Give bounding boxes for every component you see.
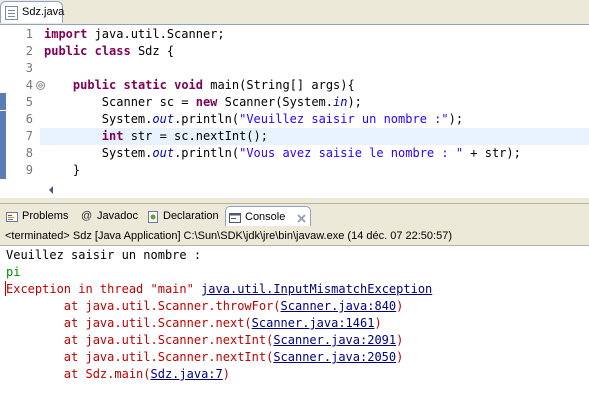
declaration-icon xyxy=(147,210,159,223)
source-link[interactable]: Scanner.java:2091 xyxy=(273,333,396,347)
source-link[interactable]: Scanner.java:840 xyxy=(281,299,397,313)
code-line-8: System.out.println("Vous avez saisie le … xyxy=(44,146,521,160)
console-icon xyxy=(229,211,241,223)
exception-class-link[interactable]: java.util.InputMismatchException xyxy=(201,282,432,296)
line-number: 6 xyxy=(25,112,33,126)
editor-tab-label: Sdz.java xyxy=(22,6,65,18)
code-line-9: } xyxy=(44,163,81,177)
view-tab-bar: Problems @ Javadoc Declaration Console xyxy=(0,203,589,227)
code-line-1: import java.util.Scanner; xyxy=(44,27,225,41)
close-tab-icon[interactable] xyxy=(296,211,307,223)
code-line-6: System.out.println("Veuillez saisir un n… xyxy=(44,112,464,126)
line-number: 9 xyxy=(25,163,33,177)
line-number: 5 xyxy=(25,95,33,109)
horizontal-scrollbar[interactable] xyxy=(40,183,589,198)
tab-problems[interactable]: Problems xyxy=(3,206,75,226)
line-number: 1 xyxy=(25,27,33,41)
javadoc-icon: @ xyxy=(81,210,93,222)
java-file-icon xyxy=(5,6,18,20)
line-number: 8 xyxy=(25,146,33,160)
code-line-7: int str = sc.nextInt(); xyxy=(101,129,268,143)
occurrence-marker xyxy=(0,162,6,179)
tab-label: Declaration xyxy=(163,210,219,222)
scroll-left-arrow-icon[interactable] xyxy=(49,186,53,194)
code-editor[interactable]: 1 2 3 4 5 6 7 8 9 ⊖ import java.util.Sca… xyxy=(0,24,589,198)
line-number: 3 xyxy=(25,61,33,75)
occurrence-marker xyxy=(0,93,6,110)
editor-tab-bar: Sdz.java xyxy=(0,0,589,24)
exception-line: Exception in thread "main" java.util.Inp… xyxy=(6,282,433,296)
tab-label: Problems xyxy=(22,210,69,222)
overview-ruler xyxy=(0,25,7,198)
line-number: 2 xyxy=(25,44,33,58)
code-line-5: Scanner sc = new Scanner(System.in); xyxy=(44,95,362,109)
tab-declaration[interactable]: Declaration xyxy=(144,206,222,226)
occurrence-marker xyxy=(0,145,6,162)
line-number: 7 xyxy=(25,129,33,143)
tab-label: Console xyxy=(245,211,286,223)
occurrence-marker xyxy=(0,128,6,145)
code-line-4: public static void main(String[] args){ xyxy=(72,78,355,92)
line-number: 4 xyxy=(25,78,33,92)
stack-frame: at Sdz.main(Sdz.java:7) xyxy=(6,367,230,381)
console-output-line: Veuillez saisir un nombre : xyxy=(6,248,202,262)
source-link[interactable]: Scanner.java:2050 xyxy=(273,350,396,364)
stack-frame: at java.util.Scanner.throwFor(Scanner.ja… xyxy=(6,299,404,313)
stack-frame: at java.util.Scanner.nextInt(Scanner.jav… xyxy=(6,333,404,347)
tab-javadoc[interactable]: @ Javadoc xyxy=(78,206,141,226)
stack-frame: at java.util.Scanner.nextInt(Scanner.jav… xyxy=(6,350,404,364)
source-link[interactable]: Sdz.java:7 xyxy=(151,367,223,381)
occurrence-marker xyxy=(0,111,6,128)
code-line-2: public class Sdz { xyxy=(44,44,175,58)
console-input-line: pi xyxy=(6,265,21,279)
problems-icon xyxy=(6,210,18,222)
stack-frame: at java.util.Scanner.next(Scanner.java:1… xyxy=(6,316,382,330)
editor-tab-sdz-java[interactable]: Sdz.java xyxy=(0,1,65,23)
tab-label: Javadoc xyxy=(97,210,138,222)
source-link[interactable]: Scanner.java:1461 xyxy=(252,316,375,330)
console-output[interactable]: Veuillez saisir un nombre : pi Exception… xyxy=(0,245,589,405)
console-status-line: <terminated> Sdz [Java Application] C:\S… xyxy=(0,227,589,245)
line-number-gutter: 1 2 3 4 5 6 7 8 9 ⊖ xyxy=(7,25,45,198)
tab-console[interactable]: Console xyxy=(225,206,311,226)
